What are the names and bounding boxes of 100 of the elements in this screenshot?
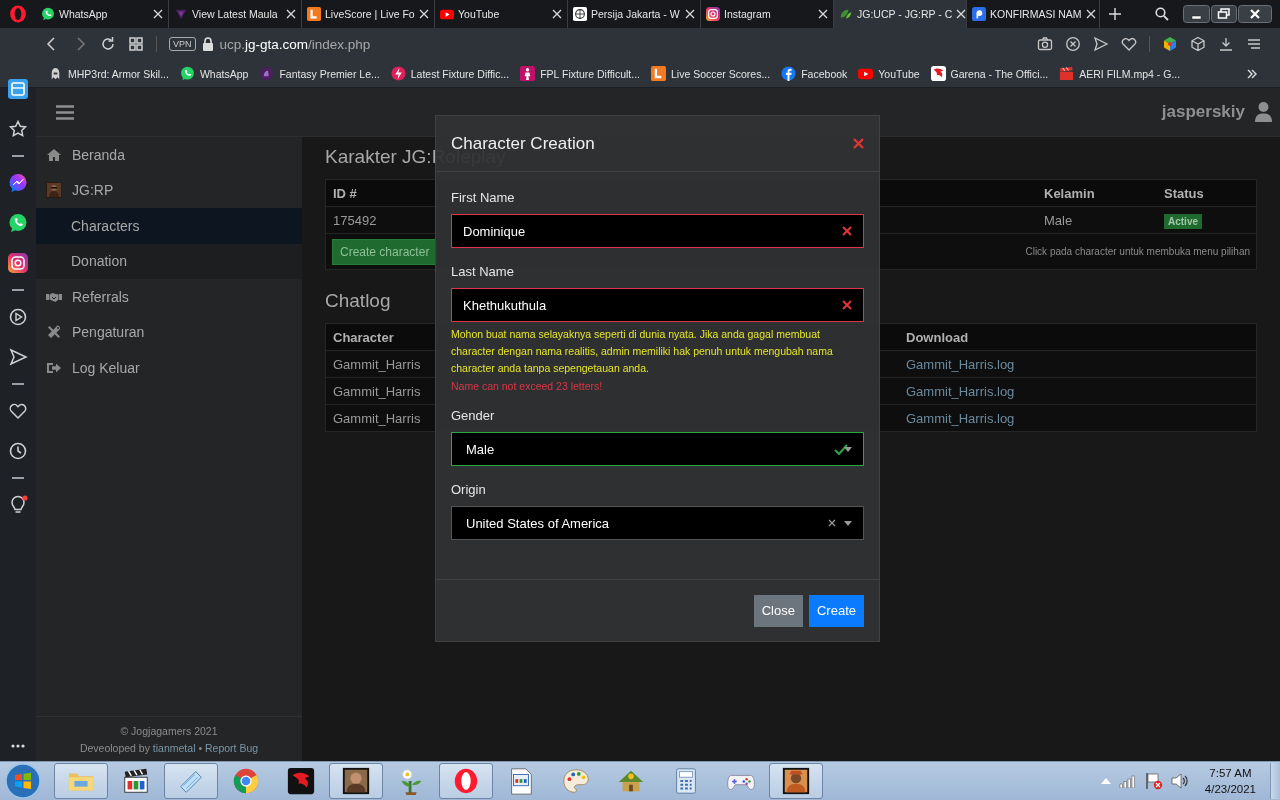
menu-item[interactable]: Beranda: [36, 137, 302, 173]
check-icon: [834, 443, 848, 455]
chrome-icon: [231, 766, 261, 796]
error-x-icon: [842, 226, 852, 236]
grid-icon[interactable]: [128, 36, 144, 52]
create-button[interactable]: Create: [808, 594, 864, 627]
select-field[interactable]: Male: [451, 432, 864, 466]
author-link[interactable]: tianmetal: [152, 742, 196, 754]
square-logo-icon: [307, 7, 321, 21]
taskbar-button[interactable]: [769, 763, 823, 799]
select-field[interactable]: United States of America: [451, 506, 864, 540]
bookmark[interactable]: Live Soccer Scores...: [651, 66, 771, 81]
globe-icon: [573, 7, 587, 21]
cube-icon[interactable]: [1190, 36, 1206, 52]
circle-logo-icon: [781, 66, 797, 81]
play-circle-icon[interactable]: [8, 307, 28, 327]
modal-title: Character Creation: [451, 133, 595, 153]
log-link[interactable]: Gammit_Harris.log: [906, 383, 1015, 399]
bookmark[interactable]: Facebook: [781, 66, 848, 81]
credit-text: Deveoloped by tianmetal • Report Bug: [78, 741, 260, 756]
messenger-icon[interactable]: [8, 173, 28, 193]
caret-icon[interactable]: [844, 446, 852, 452]
star-icon[interactable]: [8, 119, 28, 139]
bookmark[interactable]: FPL Fixture Difficult...: [520, 66, 640, 81]
chevrons-icon[interactable]: [1246, 67, 1258, 80]
heart-icon[interactable]: [8, 401, 28, 421]
menu-item[interactable]: Pengaturan: [36, 314, 302, 350]
more-icon[interactable]: [11, 744, 25, 748]
table-cell: Male: [1044, 212, 1073, 228]
start-button-icon[interactable]: [4, 762, 42, 800]
flame-logo-icon: [930, 66, 946, 81]
clock-time[interactable]: 7:57 AM: [1209, 765, 1252, 781]
signal-icon[interactable]: [1118, 774, 1137, 788]
column-header: ID #: [333, 185, 357, 201]
username[interactable]: jasperskiy: [1161, 102, 1245, 122]
table-cell: Gammit_Harris: [333, 410, 421, 426]
clock-icon[interactable]: [8, 441, 28, 461]
log-link[interactable]: Gammit_Harris.log: [906, 410, 1015, 426]
menu-item[interactable]: Log Keluar: [36, 350, 302, 386]
leaf-icon: [839, 7, 853, 21]
vpn-badge[interactable]: VPN: [169, 37, 196, 51]
phone-bubble-icon[interactable]: [8, 213, 28, 233]
caret-icon[interactable]: [844, 520, 852, 526]
square-logo-icon: [651, 66, 666, 81]
clapperboard-icon: [1059, 66, 1075, 81]
column-header: Kelamin: [1044, 185, 1095, 201]
download-icon[interactable]: [1218, 36, 1234, 52]
search-icon[interactable]: [1155, 7, 1169, 21]
menu-item[interactable]: Referrals: [36, 279, 302, 315]
hint-text: Click pada character untuk membuka menu pilihan: [1025, 246, 1250, 257]
browser-logo-icon[interactable]: [9, 5, 27, 23]
bookmark[interactable]: Garena - The Offici...: [930, 66, 1049, 81]
clock-date[interactable]: 4/23/2021: [1204, 781, 1256, 797]
menu-item[interactable]: JG:RP: [36, 172, 302, 208]
minimize-icon[interactable]: [1183, 5, 1210, 23]
bookmark[interactable]: WhatsApp: [179, 66, 249, 81]
figure-icon: [341, 766, 371, 796]
lock-icon: [201, 37, 214, 51]
heart-icon[interactable]: [1121, 36, 1137, 52]
camera-icon: [706, 7, 720, 21]
reload-icon[interactable]: [100, 36, 116, 52]
table-cell: 175492: [333, 212, 377, 228]
close-icon[interactable]: [1238, 5, 1272, 23]
bookmark[interactable]: Fantasy Premier Le...: [259, 66, 380, 81]
input-field[interactable]: Dominique: [451, 214, 864, 248]
field-label: First Name: [451, 190, 516, 205]
extension-icon[interactable]: [1162, 36, 1178, 52]
status-badge: Active: [1164, 213, 1202, 229]
bookmark[interactable]: MHP3rd: Armor Skil...: [48, 66, 169, 81]
send-icon[interactable]: [8, 347, 28, 367]
flame-logo-icon: [286, 766, 316, 796]
log-link[interactable]: Gammit_Harris.log: [906, 356, 1015, 372]
speaker-icon[interactable]: [1170, 773, 1189, 789]
report-bug-link[interactable]: Report Bug: [205, 742, 259, 754]
bulb-icon[interactable]: [8, 495, 28, 515]
bookmark[interactable]: YouTube: [858, 66, 920, 81]
bookmark[interactable]: AERI FILM.mp4 - G...: [1059, 66, 1181, 81]
close-button[interactable]: Close: [753, 594, 803, 627]
menu-item[interactable]: Donation: [36, 243, 302, 279]
user-icon[interactable]: [1255, 102, 1272, 122]
menu-icon[interactable]: [1246, 36, 1262, 52]
menu-item[interactable]: Characters: [36, 208, 302, 244]
bookmark[interactable]: Latest Fixture Diffic...: [390, 66, 510, 81]
menu-icon[interactable]: [56, 104, 74, 120]
clear-icon[interactable]: [828, 519, 836, 527]
block-icon[interactable]: [1065, 36, 1081, 52]
help-text: Mohon buat nama selayaknya seperti di dunia nyata. Jika anda gagal membuat character dengan nama realitis, admin memiliki hak penuh untuk mengubah nama character anda tanpa sepengetauan anda.: [451, 327, 834, 376]
send-icon[interactable]: [1093, 36, 1109, 52]
player-icon: [520, 66, 536, 81]
taskbar-button[interactable]: [329, 763, 383, 799]
section-title: Chatlog: [325, 290, 391, 313]
browser-tab[interactable]: JG:UCP - JG:RP - C: [834, 0, 967, 28]
restore-icon[interactable]: [1211, 5, 1237, 23]
column-header: Character: [333, 329, 394, 345]
plus-icon[interactable]: [1109, 8, 1121, 20]
camera-icon[interactable]: [8, 253, 28, 273]
flag-error-icon[interactable]: [1144, 772, 1163, 790]
input-field[interactable]: Khethukuthula: [451, 288, 864, 322]
url-field[interactable]: ucp.jg-gta.com/index.php: [219, 36, 371, 52]
camera-icon[interactable]: [1037, 36, 1053, 52]
